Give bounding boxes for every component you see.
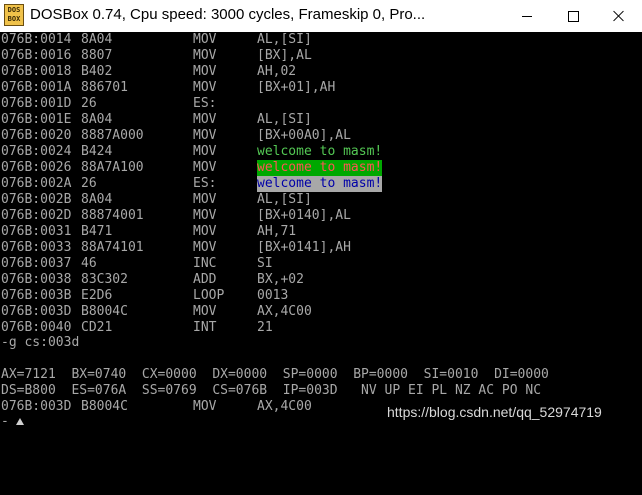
icon-text-bottom: BOX [7, 15, 21, 23]
register-line-2: DS=B800 ES=076A SS=0769 CS=076B IP=003D … [1, 383, 542, 398]
current-instruction: 076B:003D B8004C MOV AX,4C00 [1, 399, 312, 415]
instruction-mnemonic: MOV [193, 304, 217, 319]
current-hex: B8004C [81, 399, 128, 414]
mouse-pointer-icon [16, 418, 24, 425]
instruction-address: 076B:0014 [1, 32, 72, 47]
instruction-operand: 21 [257, 320, 273, 335]
dosbox-app-icon[interactable]: DOS BOX [4, 4, 24, 26]
instruction-operand: AH,71 [257, 224, 297, 239]
instruction-mnemonic: MOV [193, 192, 217, 207]
watermark: https://blog.csdn.net/qq_52974719 [387, 404, 602, 420]
instruction-address: 076B:002D [1, 208, 72, 223]
instruction-operand: AL,[SI] [257, 32, 312, 47]
instruction-bytes: B402 [81, 64, 113, 79]
instruction-address: 076B:003D [1, 304, 72, 319]
dos-console[interactable]: 076B:0014 8A04 MOV AL,[SI] 076B:0016 8807 MOV [… [0, 32, 642, 433]
instruction-operand: AH,02 [257, 64, 297, 79]
close-button[interactable] [596, 0, 642, 32]
instruction-bytes: 26 [81, 176, 97, 191]
instruction-address: 076B:0033 [1, 240, 72, 255]
instruction-bytes: CD21 [81, 320, 113, 335]
instruction-address: 076B:002A [1, 176, 72, 191]
instruction-operand: AX,4C00 [257, 304, 312, 319]
instruction-bytes: 26 [81, 96, 97, 111]
window-title: DOSBox 0.74, Cpu speed: 3000 cycles, Fra… [30, 6, 426, 23]
instruction-mnemonic: MOV [193, 64, 217, 79]
instruction-address: 076B:0016 [1, 48, 72, 63]
instruction-bytes: B424 [81, 144, 113, 159]
instruction-mnemonic: MOV [193, 32, 217, 47]
instruction-bytes: E2D6 [81, 288, 113, 303]
instruction-address: 076B:0018 [1, 64, 72, 79]
minimize-icon [522, 15, 532, 17]
instruction-operand: AL,[SI] [257, 112, 312, 127]
title-bar[interactable]: DOS BOX DOSBox 0.74, Cpu speed: 3000 cyc… [0, 0, 642, 33]
instruction-mnemonic: ES: [193, 96, 217, 111]
instruction-bytes: 88A74101 [81, 240, 144, 255]
instruction-operand: [BX+00A0],AL [257, 128, 351, 143]
instruction-bytes: 8A04 [81, 112, 113, 127]
maximize-icon [567, 10, 579, 22]
instruction-mnemonic: ES: [193, 176, 217, 191]
close-icon [613, 10, 625, 22]
maximize-button[interactable] [550, 0, 596, 32]
instruction-address: 076B:0026 [1, 160, 72, 175]
current-operand: AX,4C00 [257, 399, 312, 414]
instruction-mnemonic: MOV [193, 224, 217, 239]
instruction-mnemonic: MOV [193, 128, 217, 143]
instruction-operand: BX,+02 [257, 272, 304, 287]
instruction-bytes: B471 [81, 224, 113, 239]
instruction-address: 076B:001A [1, 80, 72, 95]
instruction-operand: 0013 [257, 288, 289, 303]
instruction-mnemonic: MOV [193, 112, 217, 127]
dosbox-window: DOS BOX DOSBox 0.74, Cpu speed: 3000 cyc… [0, 0, 642, 433]
instruction-mnemonic: INT [193, 320, 217, 335]
instruction-mnemonic: ADD [193, 272, 217, 287]
instruction-address: 076B:0024 [1, 144, 72, 159]
instruction-mnemonic: MOV [193, 240, 217, 255]
instruction-operand: welcome to masm! [257, 176, 383, 192]
instruction-address: 076B:0038 [1, 272, 72, 287]
instruction-address: 076B:001D [1, 96, 72, 111]
instruction-operand: [BX+0141],AH [257, 240, 351, 255]
instruction-address: 076B:002B [1, 192, 72, 207]
instruction-address: 076B:0040 [1, 320, 72, 335]
instruction-bytes: 8A04 [81, 192, 113, 207]
instruction-operand: SI [257, 256, 273, 271]
instruction-bytes: 8A04 [81, 32, 113, 47]
instruction-address: 076B:0037 [1, 256, 72, 271]
instruction-mnemonic: MOV [193, 160, 217, 175]
instruction-bytes: 88A7A100 [81, 160, 144, 175]
icon-text-top: DOS [7, 6, 21, 14]
instruction-bytes: 8887A000 [81, 128, 144, 143]
instruction-address: 076B:0031 [1, 224, 72, 239]
instruction-bytes: 83C302 [81, 272, 128, 287]
instruction-address: 076B:001E [1, 112, 72, 127]
instruction-operand: [BX+0140],AL [257, 208, 351, 223]
minimize-button[interactable] [504, 0, 550, 32]
instruction-operand: welcome to masm! [257, 160, 383, 176]
debug-command: -g cs:003d [1, 335, 80, 350]
instruction-mnemonic: MOV [193, 80, 217, 95]
register-line-1: AX=7121 BX=0740 CX=0000 DX=0000 SP=0000 … [1, 367, 549, 382]
instruction-bytes: 886701 [81, 80, 128, 95]
instruction-mnemonic: MOV [193, 144, 217, 159]
instruction-operand: AL,[SI] [257, 192, 312, 207]
instruction-bytes: 46 [81, 256, 97, 271]
instruction-mnemonic: MOV [193, 48, 217, 63]
instruction-mnemonic: MOV [193, 208, 217, 223]
instruction-operand: [BX],AL [257, 48, 312, 63]
instruction-bytes: 8807 [81, 48, 113, 63]
current-addr: 076B:003D [1, 399, 72, 414]
current-mnemonic: MOV [193, 399, 217, 414]
instruction-address: 076B:003B [1, 288, 72, 303]
instruction-mnemonic: INC [193, 256, 217, 271]
instruction-operand: welcome to masm! [257, 144, 383, 159]
instruction-operand: [BX+01],AH [257, 80, 336, 95]
instruction-mnemonic: LOOP [193, 288, 225, 303]
instruction-address: 076B:0020 [1, 128, 72, 143]
instruction-bytes: 88874001 [81, 208, 144, 223]
cursor-prompt[interactable]: - [1, 414, 9, 430]
instruction-bytes: B8004C [81, 304, 128, 319]
